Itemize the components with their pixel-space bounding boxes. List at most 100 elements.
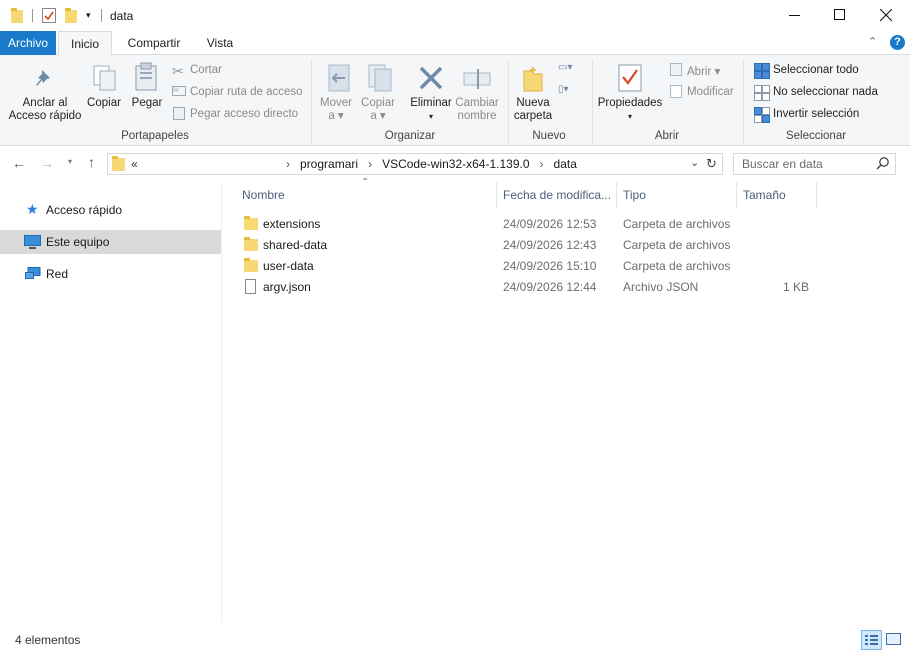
separator	[101, 9, 102, 22]
copiar-a-button[interactable]: Copiar a ▾	[358, 97, 398, 123]
anclar-label-1: Anclar al	[22, 97, 68, 109]
tab-inicio[interactable]: Inicio	[58, 31, 112, 56]
search-icon[interactable]	[876, 156, 890, 173]
folder-icon	[112, 156, 125, 171]
mover-a-button[interactable]: Mover a ▾	[316, 97, 356, 123]
close-button[interactable]	[862, 0, 910, 31]
file-type: Archivo JSON	[623, 280, 699, 294]
column-header-tamano[interactable]: Tamaño	[743, 188, 786, 202]
move-to-icon	[325, 63, 353, 96]
large-icons-view-icon[interactable]	[886, 633, 901, 645]
easy-access-icon[interactable]: ▯▾	[558, 84, 569, 95]
search-placeholder: Buscar en data	[742, 157, 823, 171]
nav-item-este-equipo[interactable]: Este equipo	[0, 230, 221, 254]
nueva-carpeta-button[interactable]: Nueva carpeta	[510, 97, 556, 123]
properties-icon	[617, 63, 643, 96]
cambiar-nombre-button[interactable]: Cambiar nombre	[452, 97, 502, 123]
nueva-label-2: carpeta	[513, 110, 553, 122]
column-header-tipo[interactable]: Tipo	[623, 188, 646, 202]
cambiar-label-1: Cambiar	[455, 97, 499, 109]
file-row[interactable]: user-data 24/09/2026 15:10 Carpeta de ar…	[238, 256, 838, 277]
tab-archivo[interactable]: Archivo	[0, 31, 56, 55]
search-input[interactable]: Buscar en data	[733, 153, 896, 175]
maximize-button[interactable]	[816, 0, 862, 31]
network-icon	[25, 267, 41, 284]
nav-item-acceso-rapido[interactable]: ★ Acceso rápido	[0, 198, 221, 222]
sort-ascending-icon: ⌃	[361, 177, 370, 188]
nav-item-red[interactable]: Red	[0, 262, 221, 286]
group-label-portapapeles: Portapapeles	[121, 130, 189, 142]
quick-access-dropdown-icon[interactable]: ▾	[86, 10, 91, 21]
collapse-ribbon-icon[interactable]: ⌃	[868, 35, 877, 48]
seleccionar-todo-button[interactable]: Seleccionar todo	[773, 64, 859, 76]
help-icon[interactable]: ?	[890, 35, 905, 50]
scissors-icon: ✂	[172, 63, 184, 79]
breadcrumb-vscode[interactable]: VSCode-win32-x64-1.139.0	[382, 157, 529, 171]
pegar-button[interactable]: Pegar	[128, 97, 166, 110]
navigation-pane: ★ Acceso rápido Este equipo Red	[0, 182, 222, 622]
file-type: Carpeta de archivos	[623, 238, 731, 252]
file-list-pane: ⌃ Nombre Fecha de modifica... Tipo Tamañ…	[223, 177, 910, 622]
column-divider	[736, 182, 737, 208]
file-date: 24/09/2026 12:44	[503, 280, 597, 294]
new-item-icon[interactable]: ▭▾	[558, 62, 572, 73]
copy-to-icon	[366, 63, 394, 96]
eliminar-label: Eliminar	[410, 97, 452, 109]
eliminar-button[interactable]: Eliminar ▾	[406, 97, 456, 123]
details-view-icon[interactable]	[861, 630, 882, 650]
ribbon-tab-strip: Archivo Inicio Compartir Vista ⌃ ?	[0, 31, 910, 56]
abrir-button[interactable]: Abrir ▾	[687, 64, 720, 78]
nav-label: Acceso rápido	[46, 203, 123, 217]
breadcrumb-overflow[interactable]: «	[131, 157, 138, 171]
status-bar: 4 elementos	[0, 622, 910, 652]
folder-icon	[244, 258, 258, 272]
invertir-seleccion-button[interactable]: Invertir selección	[773, 108, 859, 120]
back-icon[interactable]: ←	[12, 155, 26, 171]
copiar-a-label-2: a ▾	[370, 110, 386, 122]
group-separator	[311, 59, 312, 143]
window-title: data	[110, 9, 134, 23]
minimize-button[interactable]	[770, 0, 816, 31]
anclar-label-2: Acceso rápido	[8, 110, 82, 122]
propiedades-button[interactable]: Propiedades ▾	[596, 97, 664, 123]
copiar-ruta-button[interactable]: Copiar ruta de acceso	[190, 86, 303, 98]
copy-path-icon: W	[172, 86, 186, 96]
new-folder-quick-icon[interactable]	[65, 8, 77, 23]
folder-icon	[244, 237, 258, 251]
file-icon	[245, 279, 256, 294]
tab-vista[interactable]: Vista	[196, 31, 244, 55]
address-dropdown-icon[interactable]: ⌄	[690, 156, 699, 169]
title-bar: ▾ data	[0, 0, 910, 31]
group-separator	[592, 59, 593, 143]
file-row[interactable]: extensions 24/09/2026 12:53 Carpeta de a…	[238, 214, 838, 235]
star-icon: ★	[26, 201, 39, 217]
file-type: Carpeta de archivos	[623, 259, 731, 273]
refresh-icon[interactable]: ↻	[706, 156, 717, 172]
mover-label-2: a ▾	[328, 110, 344, 122]
breadcrumb-data[interactable]: data	[554, 157, 577, 171]
copiar-a-label-1: Copiar	[361, 97, 395, 109]
separator	[32, 9, 33, 22]
ribbon: Anclar al Acceso rápido Copiar Pegar ✂ C…	[0, 55, 910, 146]
breadcrumb-programari[interactable]: programari	[300, 157, 358, 171]
recent-locations-icon[interactable]: ▾	[68, 157, 72, 166]
forward-icon[interactable]: →	[40, 155, 54, 171]
up-icon[interactable]: ↑	[88, 154, 95, 170]
properties-quick-icon[interactable]	[42, 8, 56, 23]
eliminar-dropdown-icon[interactable]: ▾	[406, 110, 456, 123]
copiar-button[interactable]: Copiar	[84, 97, 124, 110]
modificar-button[interactable]: Modificar	[687, 86, 734, 98]
file-row[interactable]: argv.json 24/09/2026 12:44 Archivo JSON …	[238, 277, 838, 298]
anclar-button[interactable]: Anclar al Acceso rápido	[4, 97, 86, 123]
tab-compartir[interactable]: Compartir	[118, 31, 190, 55]
column-header-fecha[interactable]: Fecha de modifica...	[503, 188, 611, 202]
address-bar-row: ← → ▾ ↑ « › programari › VSCode-win32-x6…	[0, 146, 910, 182]
pegar-acceso-button[interactable]: Pegar acceso directo	[190, 108, 298, 120]
cortar-button[interactable]: Cortar	[190, 64, 222, 76]
address-box[interactable]: « › programari › VSCode-win32-x64-1.139.…	[107, 153, 723, 175]
propiedades-dropdown-icon[interactable]: ▾	[596, 110, 664, 123]
file-row[interactable]: shared-data 24/09/2026 12:43 Carpeta de …	[238, 235, 838, 256]
column-header-nombre[interactable]: Nombre	[242, 188, 285, 202]
folder-icon	[244, 216, 258, 230]
no-seleccionar-button[interactable]: No seleccionar nada	[773, 86, 878, 98]
